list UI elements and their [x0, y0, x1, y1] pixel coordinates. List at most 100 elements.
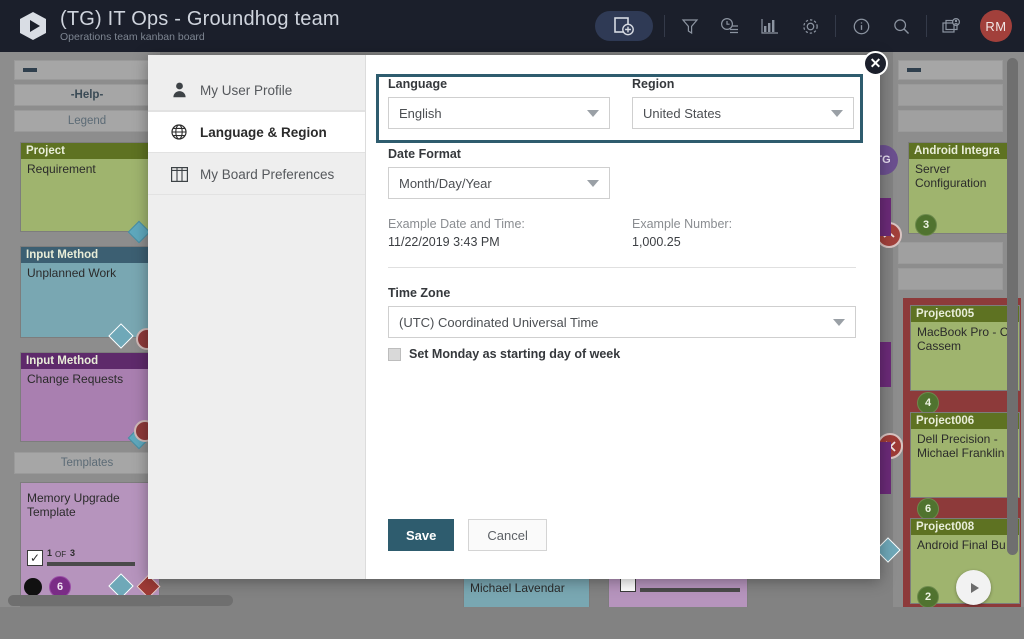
card-title: Server Configuration — [915, 162, 987, 191]
chevron-down-icon — [587, 179, 599, 187]
sidebar-item-my-board-preferences[interactable]: My Board Preferences — [148, 153, 365, 195]
lane-collapse-toggle-right[interactable] — [898, 60, 1003, 80]
time-zone-label: Time Zone — [388, 286, 451, 300]
play-button[interactable] — [956, 570, 991, 605]
language-region-row: Language English Region United States — [388, 77, 856, 129]
region-label: Region — [632, 77, 675, 91]
card-badge: 2 — [917, 586, 939, 608]
progress-count: 1 — [47, 548, 53, 558]
lane-header-right-4[interactable] — [898, 268, 1003, 290]
examples-row: Example Date and Time: 11/22/2019 3:43 P… — [388, 217, 856, 249]
gear-icon[interactable] — [790, 6, 830, 46]
example-date-value: 11/22/2019 3:43 PM — [388, 235, 500, 249]
filter-icon[interactable] — [670, 6, 710, 46]
vertical-scrollbar[interactable] — [1007, 58, 1018, 555]
modal-action-buttons: Save Cancel — [388, 519, 547, 551]
region-value: United States — [643, 105, 722, 121]
add-card-icon[interactable] — [595, 11, 653, 41]
date-format-select[interactable]: Month/Day/Year — [388, 167, 610, 199]
analytics-icon[interactable] — [750, 6, 790, 46]
date-format-field-group: Date Format Month/Day/Year — [388, 147, 856, 199]
lane-header-right-3[interactable] — [898, 242, 1003, 264]
language-value: English — [399, 105, 442, 121]
time-zone-field-group: Time Zone (UTC) Coordinated Universal Ti… — [388, 286, 856, 338]
language-field-group: Language English — [388, 77, 610, 129]
card-title: Unplanned Work — [27, 266, 117, 280]
cancel-button[interactable]: Cancel — [468, 519, 547, 551]
lane-header-help[interactable]: -Help- — [14, 84, 160, 106]
lane-header-right-1[interactable] — [898, 84, 1003, 106]
card-badge: 3 — [915, 214, 937, 236]
chevron-down-icon — [831, 109, 843, 117]
header-divider-2 — [835, 15, 836, 37]
card-type: Project — [21, 143, 159, 159]
avatar[interactable]: RM — [980, 10, 1012, 42]
app-root: (TG) IT Ops - Groundhog team Operations … — [0, 0, 1024, 639]
modal-content: Language English Region United States Da… — [366, 55, 880, 579]
date-format-label: Date Format — [388, 147, 461, 161]
header-divider — [664, 15, 665, 37]
lane-collapse-toggle[interactable] — [14, 60, 160, 80]
progress-of: OF — [55, 550, 67, 559]
example-date-label: Example Date and Time: — [388, 217, 525, 231]
example-date-group: Example Date and Time: 11/22/2019 3:43 P… — [388, 217, 610, 249]
settings-modal: My User Profile Language & Region My Boa… — [148, 55, 880, 579]
sidebar-item-language-region[interactable]: Language & Region — [148, 111, 365, 153]
board-card[interactable]: Input Method Unplanned Work — [20, 246, 160, 338]
region-select[interactable]: United States — [632, 97, 854, 129]
app-header: (TG) IT Ops - Groundhog team Operations … — [0, 0, 1024, 52]
board-users-icon[interactable] — [932, 6, 972, 46]
monday-start-row[interactable]: Set Monday as starting day of week — [388, 347, 856, 361]
chevron-down-icon — [587, 109, 599, 117]
history-icon[interactable] — [710, 6, 750, 46]
date-format-value: Month/Day/Year — [399, 175, 492, 191]
card-title: Requirement — [27, 162, 96, 176]
language-select[interactable]: English — [388, 97, 610, 129]
language-label: Language — [388, 77, 448, 91]
card-title: Dell Precision - Michael Franklin — [917, 432, 1005, 461]
board-card[interactable]: Project Requirement — [20, 142, 160, 232]
card-type: Project006 — [911, 413, 1019, 429]
globe-icon — [170, 124, 188, 140]
info-icon[interactable] — [841, 6, 881, 46]
card-type: Input Method — [21, 247, 159, 263]
modal-sidebar: My User Profile Language & Region My Boa… — [148, 55, 366, 579]
section-divider — [388, 267, 856, 268]
template-checkbox[interactable]: ✓ — [27, 550, 43, 566]
lane-header-right-2[interactable] — [898, 110, 1003, 132]
column-sliver — [879, 198, 891, 236]
sidebar-item-label: My User Profile — [200, 82, 293, 98]
card-title: MacBook Pro - C Cassem — [917, 325, 1009, 354]
sidebar-item-label: My Board Preferences — [200, 166, 335, 182]
template-card-title: Memory Upgrade Template — [27, 491, 120, 520]
progress-bar — [47, 562, 135, 566]
save-button[interactable]: Save — [388, 519, 455, 551]
close-icon[interactable]: ✕ — [863, 51, 888, 76]
header-actions: RM — [595, 0, 1024, 52]
board-card[interactable]: Project006 Dell Precision - Michael Fran… — [910, 412, 1020, 498]
card-type: Android Integra — [909, 143, 1017, 159]
app-title-group: (TG) IT Ops - Groundhog team Operations … — [60, 8, 340, 43]
board-card[interactable]: Project005 MacBook Pro - C Cassem — [910, 305, 1020, 391]
card-title: Change Requests — [27, 372, 124, 386]
header-divider-3 — [926, 15, 927, 37]
collapse-dash-icon — [907, 68, 921, 72]
columns-icon — [170, 166, 188, 182]
sidebar-item-my-user-profile[interactable]: My User Profile — [148, 69, 365, 111]
time-zone-select[interactable]: (UTC) Coordinated Universal Time — [388, 306, 856, 338]
card-type: Project005 — [911, 306, 1019, 322]
lane-header-templates[interactable]: Templates — [14, 452, 160, 474]
blocker-bomb-icon — [24, 578, 42, 596]
example-number-group: Example Number: 1,000.25 — [632, 217, 854, 249]
monday-start-checkbox[interactable] — [388, 347, 401, 361]
example-number-value: 1,000.25 — [632, 235, 681, 249]
play-hexagon-logo[interactable] — [18, 11, 48, 41]
card-type: Project008 — [911, 519, 1019, 535]
page-subtitle: Operations team kanban board — [60, 30, 205, 43]
progress-bar-2 — [640, 588, 740, 592]
region-field-group: Region United States — [632, 77, 854, 129]
card-type: Input Method — [21, 353, 159, 369]
horizontal-scrollbar[interactable] — [8, 595, 233, 606]
search-icon[interactable] — [881, 6, 921, 46]
lane-header-legend[interactable]: Legend — [14, 110, 160, 132]
